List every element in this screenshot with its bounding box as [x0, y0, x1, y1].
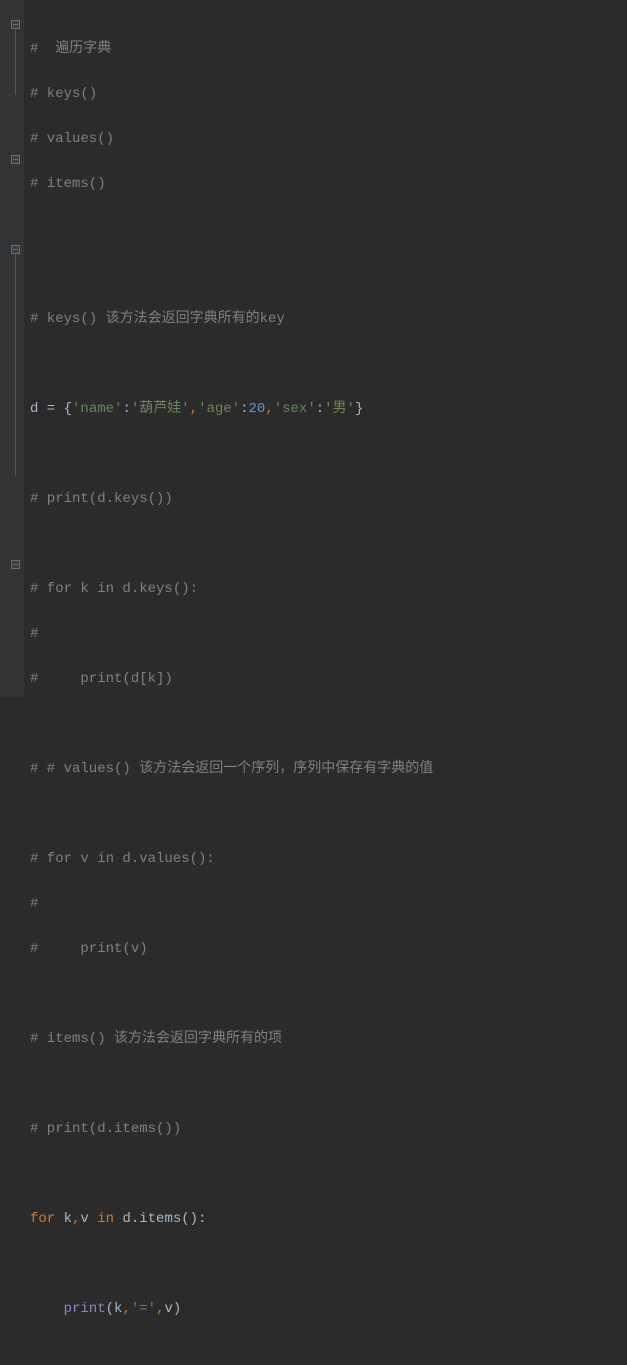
blank-line	[30, 803, 627, 826]
comma: ,	[190, 401, 198, 417]
blank-line	[30, 1253, 627, 1276]
colon: :	[240, 401, 248, 417]
blank-line	[30, 353, 627, 376]
blank-line	[30, 983, 627, 1006]
fold-marker-icon[interactable]	[11, 155, 20, 164]
comment-line: # keys()	[30, 86, 97, 102]
colon: :	[122, 401, 130, 417]
comment-line: # keys() 该方法会返回字典所有的key	[30, 311, 285, 327]
string-literal: '男'	[324, 401, 355, 417]
string-literal: 'age'	[198, 401, 240, 417]
fold-marker-icon[interactable]	[11, 560, 20, 569]
string-literal: 'sex'	[274, 401, 316, 417]
code-line: d = {'name':'葫芦娃','age':20,'sex':'男'}	[30, 398, 627, 421]
identifier: k	[64, 1211, 72, 1227]
comment-line: # print(d[k])	[30, 671, 173, 687]
identifier: v	[164, 1301, 172, 1317]
identifier: v	[80, 1211, 88, 1227]
string-literal: '葫芦娃'	[131, 401, 190, 417]
string-literal: 'name'	[72, 401, 122, 417]
colon: :	[316, 401, 324, 417]
comma: ,	[156, 1301, 164, 1317]
identifier: d.items()	[122, 1211, 198, 1227]
builtin-print: print	[64, 1301, 106, 1317]
blank-line	[30, 1073, 627, 1096]
paren-close: )	[173, 1301, 181, 1317]
comment-line: # for v in d.values():	[30, 851, 215, 867]
comment-line: #	[30, 626, 38, 642]
brace: {	[64, 401, 72, 417]
keyword-for: for	[30, 1211, 64, 1227]
string-literal: '='	[131, 1301, 156, 1317]
blank-line	[30, 533, 627, 556]
gutter	[0, 0, 24, 697]
fold-marker-icon[interactable]	[11, 20, 20, 29]
comment-line: # items() 该方法会返回字典所有的项	[30, 1031, 282, 1047]
identifier: k	[114, 1301, 122, 1317]
fold-line	[15, 29, 16, 95]
number-literal: 20	[249, 401, 266, 417]
comma: ,	[265, 401, 273, 417]
code-line: print(k,'=',v)	[30, 1298, 627, 1321]
blank-line	[30, 713, 627, 736]
comment-line: # 遍历字典	[30, 41, 111, 57]
fold-marker-icon[interactable]	[11, 245, 20, 254]
blank-line	[30, 443, 627, 466]
comment-line: # print(v)	[30, 941, 148, 957]
comment-line: # values()	[30, 131, 114, 147]
code-line: for k,v in d.items():	[30, 1208, 627, 1231]
comma: ,	[122, 1301, 130, 1317]
brace: }	[355, 401, 363, 417]
blank-line	[30, 218, 627, 241]
colon: :	[198, 1211, 206, 1227]
comma: ,	[72, 1211, 80, 1227]
code-editor: # 遍历字典 # keys() # values() # items() # k…	[0, 0, 627, 697]
code-area[interactable]: # 遍历字典 # keys() # values() # items() # k…	[24, 0, 627, 697]
indent	[30, 1301, 64, 1317]
blank-line	[30, 263, 627, 286]
comment-line: # # values() 该方法会返回一个序列，序列中保存有字典的值	[30, 761, 433, 777]
paren-open: (	[106, 1301, 114, 1317]
operator: =	[38, 401, 63, 417]
comment-line: # print(d.items())	[30, 1121, 181, 1137]
fold-line	[15, 254, 16, 476]
comment-line: #	[30, 896, 38, 912]
comment-line: # print(d.keys())	[30, 491, 173, 507]
comment-line: # items()	[30, 176, 106, 192]
keyword-in: in	[89, 1211, 123, 1227]
blank-line	[30, 1163, 627, 1186]
comment-line: # for k in d.keys():	[30, 581, 198, 597]
